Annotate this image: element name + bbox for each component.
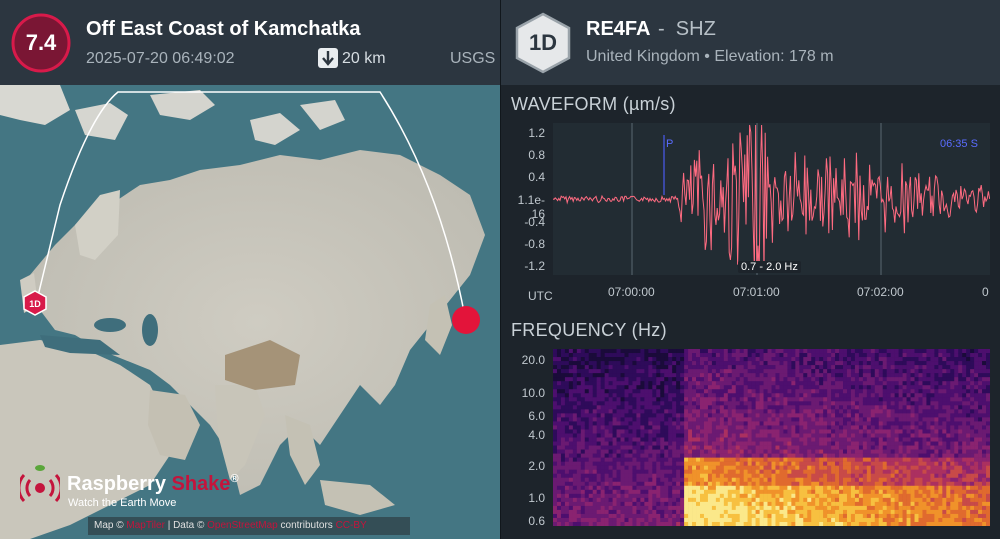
event-datetime: 2025-07-20 06:49:02 bbox=[86, 50, 235, 67]
panel-divider bbox=[500, 0, 501, 539]
depth-arrow-icon bbox=[318, 48, 338, 68]
wf-ytick: -1.2 bbox=[524, 259, 545, 273]
wf-ytick: 0.4 bbox=[528, 170, 545, 184]
station-code: RE4FA bbox=[586, 18, 651, 40]
station-channel-code: SHZ bbox=[675, 18, 716, 40]
freq-ytick: 0.6 bbox=[528, 514, 545, 528]
station-map-marker-icon[interactable]: 1D bbox=[23, 290, 47, 316]
epicenter-marker[interactable] bbox=[451, 305, 481, 335]
wf-xtick: 0 bbox=[982, 285, 989, 299]
freq-ytick: 20.0 bbox=[521, 353, 545, 367]
logo-word-raspberry: Raspberry bbox=[67, 473, 166, 495]
attribution-license-link[interactable]: CC-BY bbox=[336, 520, 367, 531]
freq-ytick: 4.0 bbox=[528, 428, 545, 442]
pick-label: 06:35 S bbox=[940, 138, 978, 150]
filter-band-label: 0.7 - 2.0 Hz bbox=[738, 261, 801, 273]
station-header bbox=[501, 0, 1000, 85]
freq-ytick: 10.0 bbox=[521, 386, 545, 400]
freq-ytick: 2.0 bbox=[528, 459, 545, 473]
spectrogram-plot[interactable] bbox=[553, 349, 990, 526]
waveform-plot[interactable] bbox=[552, 123, 991, 275]
logo-wordmark: Raspberry Shake® bbox=[67, 473, 239, 496]
world-map[interactable] bbox=[0, 85, 500, 539]
event-source: USGS bbox=[450, 50, 496, 67]
attribution-prefix: Map © bbox=[94, 520, 124, 531]
event-depth: 20 km bbox=[342, 50, 386, 67]
attribution-mid: | Data © bbox=[167, 520, 205, 531]
wf-ytick: -0.4 bbox=[524, 215, 545, 229]
attribution-maptiler-link[interactable]: MapTiler bbox=[126, 520, 165, 531]
wf-xtick: 07:00:00 bbox=[608, 285, 655, 299]
station-location: United Kingdom • Elevation: 178 m bbox=[586, 48, 834, 65]
attribution-osm-link[interactable]: OpenStreetMap bbox=[207, 520, 278, 531]
map-attribution: Map © MapTiler | Data © OpenStreetMap co… bbox=[88, 517, 410, 535]
waveform-title: WAVEFORM (µm/s) bbox=[511, 94, 676, 114]
event-header bbox=[0, 0, 500, 85]
wf-ytick: 1.2 bbox=[528, 126, 545, 140]
logo-word-shake: Shake bbox=[171, 473, 231, 495]
magnitude-value: 7.4 bbox=[25, 30, 57, 55]
wf-xtick: 07:01:00 bbox=[733, 285, 780, 299]
station-map-marker-label: 1D bbox=[29, 299, 41, 309]
freq-ytick: 6.0 bbox=[528, 409, 545, 423]
p-wave-label: P bbox=[666, 138, 674, 150]
wf-ytick: -0.8 bbox=[524, 237, 545, 251]
wf-xtick: 07:02:00 bbox=[857, 285, 904, 299]
logo-registered: ® bbox=[230, 473, 239, 485]
attribution-suffix: contributors bbox=[280, 520, 333, 531]
station-badge-label: 1D bbox=[528, 30, 558, 55]
wf-xaxis-label: UTC bbox=[528, 289, 553, 303]
freq-ytick: 1.0 bbox=[528, 491, 545, 505]
event-title: Off East Coast of Kamchatka bbox=[86, 18, 361, 40]
raspberry-shake-logo bbox=[20, 465, 60, 503]
frequency-title: FREQUENCY (Hz) bbox=[511, 320, 667, 340]
station-separator: - bbox=[658, 18, 665, 40]
station-channel: - SHZ bbox=[658, 18, 716, 41]
wf-ytick: 0.8 bbox=[528, 148, 545, 162]
logo-tagline: Watch the Earth Move bbox=[68, 497, 177, 509]
